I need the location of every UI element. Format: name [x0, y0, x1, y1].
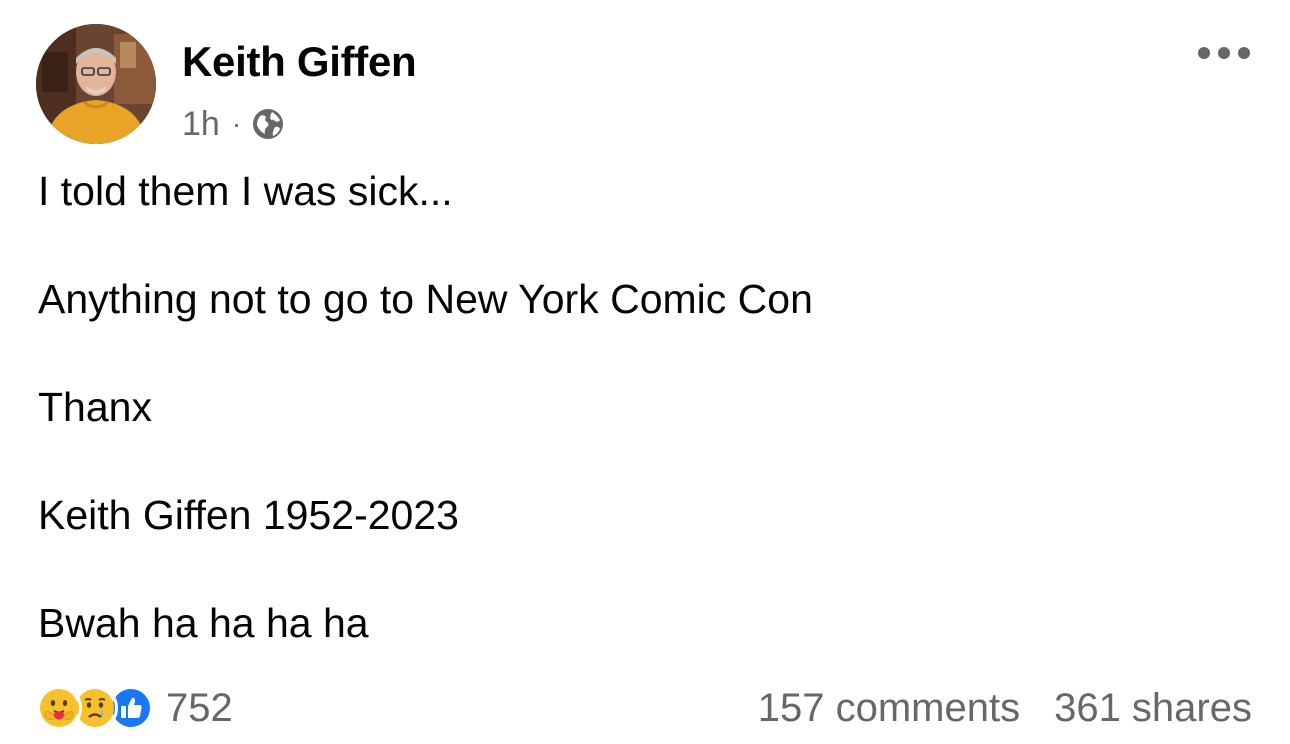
post-paragraph: Anything not to go to New York Comic Con	[38, 276, 813, 322]
comments-count-link[interactable]: 157 comments	[758, 686, 1020, 731]
reaction-count: 752	[166, 685, 233, 730]
reactions-summary[interactable]: 752	[36, 684, 233, 732]
post-paragraph: Bwah ha ha ha ha	[38, 600, 369, 646]
facebook-post: Keith Giffen 1h · I told them I was sick…	[0, 0, 1290, 744]
shares-count-link[interactable]: 361 shares	[1054, 686, 1252, 731]
more-dot	[1198, 47, 1210, 59]
engagement-stats: 157 comments 361 shares	[758, 684, 1252, 732]
post-paragraph: I told them I was sick...	[38, 168, 453, 214]
more-options-button[interactable]	[1198, 38, 1250, 68]
avatar-photo	[36, 24, 156, 144]
post-meta: 1h ·	[182, 104, 285, 144]
post-paragraph: Keith Giffen 1952-2023	[38, 492, 459, 538]
globe-icon[interactable]	[251, 107, 285, 141]
post-paragraph: Thanx	[38, 384, 152, 430]
post-body: I told them I was sick... Anything not t…	[38, 164, 1258, 650]
more-dot	[1238, 47, 1250, 59]
care-emoji-icon	[36, 685, 82, 731]
more-dot	[1218, 47, 1230, 59]
author-avatar[interactable]	[36, 24, 156, 144]
author-name[interactable]: Keith Giffen	[182, 38, 417, 86]
meta-separator: ·	[231, 108, 242, 139]
post-timestamp[interactable]: 1h	[182, 105, 220, 144]
